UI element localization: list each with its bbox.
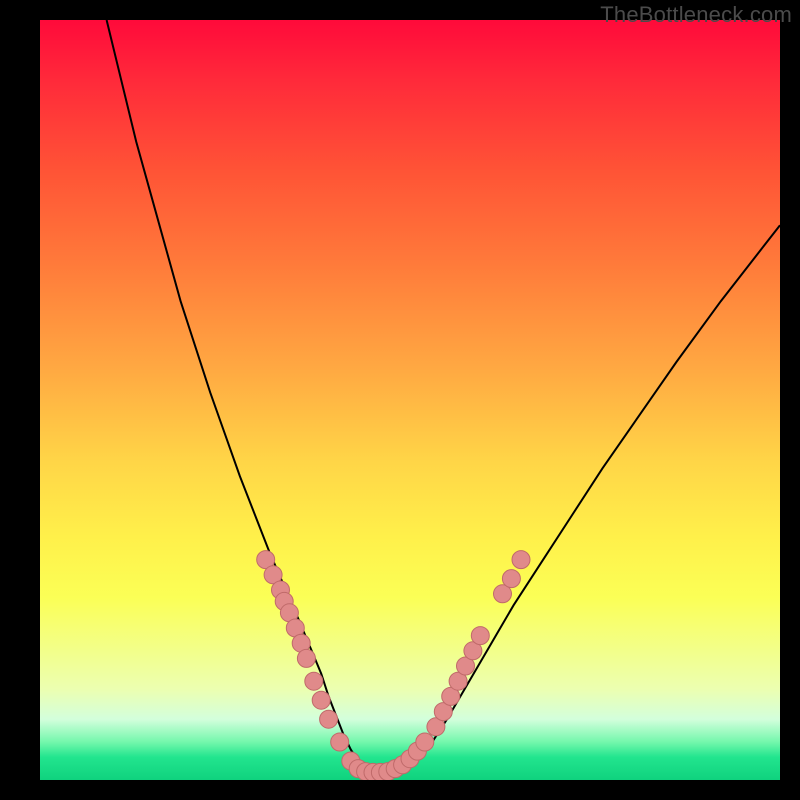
- bottleneck-curve: [107, 20, 780, 772]
- chart-plot-area: [40, 20, 780, 780]
- curve-marker: [331, 733, 349, 751]
- curve-marker: [297, 649, 315, 667]
- curve-marker: [305, 672, 323, 690]
- curve-marker: [471, 627, 489, 645]
- chart-frame: TheBottleneck.com: [0, 0, 800, 800]
- curve-marker: [512, 551, 530, 569]
- curve-marker: [312, 691, 330, 709]
- curve-marker: [320, 710, 338, 728]
- curve-marker: [502, 570, 520, 588]
- curve-markers: [257, 551, 530, 780]
- curve-marker: [416, 733, 434, 751]
- watermark-text: TheBottleneck.com: [600, 2, 792, 28]
- chart-svg: [40, 20, 780, 780]
